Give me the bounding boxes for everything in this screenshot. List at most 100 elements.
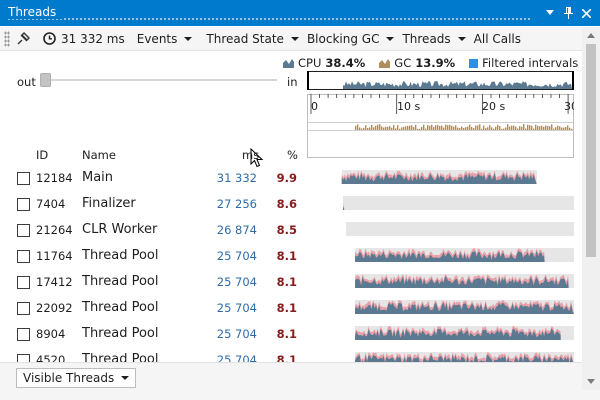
thread-checkbox[interactable] (17, 172, 30, 185)
scrollbar-thumb[interactable] (586, 44, 596, 257)
threads-dropdown[interactable]: Threads (398, 29, 469, 49)
close-icon[interactable] (578, 4, 594, 22)
all-calls-label: All Calls (473, 31, 522, 46)
window-titlebar: Threads (0, 0, 600, 26)
thread-id: 12184 (36, 171, 73, 185)
thread-state-dropdown[interactable]: Thread State (202, 29, 303, 49)
thread-checkbox[interactable] (17, 250, 30, 263)
chevron-down-icon (457, 36, 466, 41)
thread-ms: 26 874 (216, 223, 257, 237)
thread-activity-bar[interactable] (307, 246, 574, 262)
column-header-name[interactable]: Name (82, 148, 116, 162)
threads-list: 12184 Main 31 332 9.9 7404 Finalizer 27 256 8.6… (0, 166, 582, 362)
gc-activity-mark (409, 125, 411, 130)
thread-activity-bar[interactable] (307, 168, 574, 184)
pin-icon[interactable] (560, 4, 576, 22)
gc-activity-mark (421, 127, 423, 130)
thread-checkbox[interactable] (17, 276, 30, 289)
gc-activity-mark (485, 128, 487, 130)
thread-checkbox[interactable] (17, 328, 30, 341)
thread-checkbox[interactable] (17, 354, 30, 362)
thread-checkbox[interactable] (17, 224, 30, 237)
thread-name: Thread Pool (82, 274, 159, 289)
gc-activity-mark (375, 125, 377, 130)
thread-ms: 25 704 (216, 249, 257, 263)
gc-activity-mark (367, 128, 369, 130)
thread-activity-bar[interactable] (307, 350, 574, 362)
gc-activity-mark (427, 125, 429, 130)
events-dropdown[interactable]: Events (133, 29, 197, 49)
thread-activity-bar[interactable] (307, 194, 574, 210)
thread-activity-bar[interactable] (307, 298, 574, 314)
blocking-gc-dropdown[interactable]: Blocking GC (303, 29, 399, 49)
thread-checkbox[interactable] (17, 198, 30, 211)
zoom-slider-track[interactable] (40, 79, 277, 81)
gc-activity-mark (357, 124, 359, 130)
gc-activity-mark (529, 125, 531, 130)
gc-activity-mark (547, 126, 549, 130)
vertical-scrollbar[interactable] (582, 27, 600, 390)
column-header-pct[interactable]: % (287, 148, 298, 162)
legend-gc[interactable]: GC 13.9% (379, 56, 455, 70)
gc-activity-mark (535, 124, 537, 130)
visible-threads-dropdown[interactable]: Visible Threads (16, 368, 137, 388)
all-calls-button[interactable]: All Calls (470, 29, 525, 49)
cpu-icon (283, 59, 294, 68)
thread-ms: 27 256 (216, 197, 257, 211)
thread-activity-bar[interactable] (307, 272, 574, 288)
legend-cpu[interactable]: CPU 38.4% (283, 56, 365, 70)
thread-name: Main (82, 170, 114, 185)
thread-lifetime (343, 196, 574, 210)
scroll-down-icon[interactable] (587, 379, 595, 384)
thread-pct: 8.1 (276, 249, 297, 263)
thread-row[interactable]: 17412 Thread Pool 25 704 8.1 (0, 270, 582, 296)
thread-ms: 25 704 (216, 301, 257, 315)
gc-activity-mark (371, 125, 373, 130)
gc-activity-mark (417, 128, 419, 130)
gc-activity-mark (505, 127, 507, 130)
column-header-id[interactable]: ID (36, 148, 48, 162)
dropdown-icon[interactable] (542, 4, 558, 22)
gc-activity-mark (527, 124, 529, 130)
tick-label-0: 0 (311, 100, 318, 113)
scroll-up-icon[interactable] (587, 33, 595, 38)
gc-activity-mark (571, 128, 573, 130)
gc-activity-mark (391, 127, 393, 130)
gc-activity-mark (525, 128, 527, 130)
gc-activity-mark (425, 128, 427, 130)
thread-activity-bar[interactable] (307, 220, 574, 236)
thread-row[interactable]: 8904 Thread Pool 25 704 8.1 (0, 322, 582, 348)
thread-row[interactable]: 12184 Main 31 332 9.9 (0, 166, 582, 192)
thread-id: 11764 (36, 249, 73, 263)
gc-activity-mark (433, 127, 435, 130)
thread-lifetime (346, 222, 574, 236)
gc-activity-mark (445, 124, 447, 130)
gc-activity-mark (447, 125, 449, 130)
gc-activity-mark (397, 125, 399, 130)
gc-activity-mark (487, 127, 489, 130)
snapshot-button[interactable] (12, 29, 39, 49)
thread-ms: 31 332 (216, 171, 257, 185)
thread-pct: 9.9 (276, 171, 297, 185)
zoom-out-label: out (17, 75, 36, 89)
thread-row[interactable]: 7404 Finalizer 27 256 8.6 (0, 192, 582, 218)
thread-ms: 25 704 (216, 353, 257, 362)
column-header-ms[interactable]: ms (242, 148, 259, 162)
gc-activity-mark (533, 128, 535, 130)
thread-row[interactable]: 22092 Thread Pool 25 704 8.1 (0, 296, 582, 322)
legend-filtered[interactable]: Filtered intervals (469, 56, 578, 70)
thread-pct: 8.5 (276, 223, 297, 237)
thread-row[interactable]: 21264 CLR Worker 26 874 8.5 (0, 218, 582, 244)
thread-activity-bar[interactable] (307, 324, 574, 340)
thread-row[interactable]: 11764 Thread Pool 25 704 8.1 (0, 244, 582, 270)
thread-row[interactable]: 4520 Thread Pool 25 704 8.1 (0, 348, 582, 362)
timeline-ruler[interactable]: 0 10 s 20 s 30 (307, 70, 574, 160)
thread-checkbox[interactable] (17, 302, 30, 315)
gc-activity-mark (377, 124, 379, 130)
zoom-slider-thumb[interactable] (40, 73, 51, 87)
gc-activity-mark (561, 127, 563, 130)
gc-activity-mark (361, 128, 363, 130)
time-display: 31 332 ms (39, 29, 129, 49)
window-bottom-edge (0, 390, 600, 400)
thread-name: CLR Worker (82, 222, 158, 237)
